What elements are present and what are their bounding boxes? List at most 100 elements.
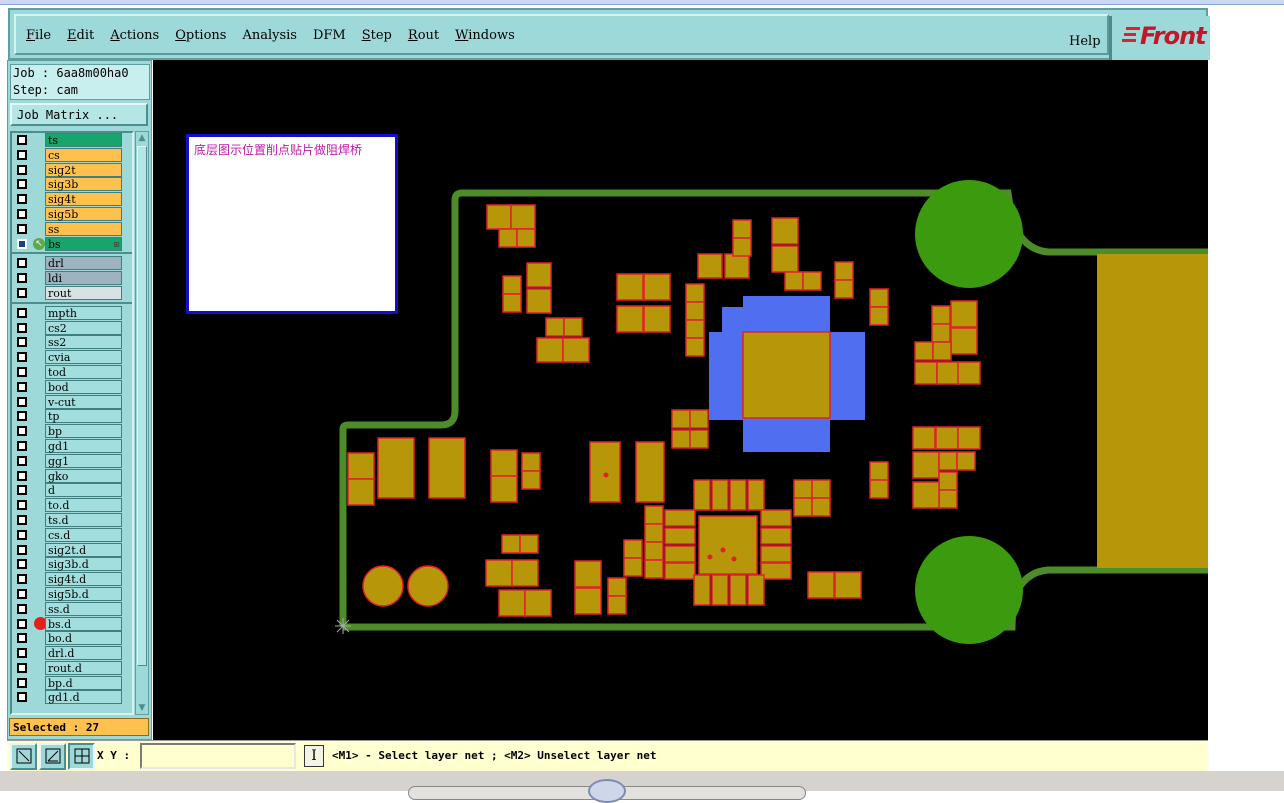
layer-checkbox[interactable] xyxy=(17,366,27,377)
smd-pad[interactable] xyxy=(671,429,691,449)
smd-pad[interactable] xyxy=(793,479,813,499)
layer-name[interactable]: sig3b xyxy=(45,177,122,192)
layer-checkbox[interactable] xyxy=(17,559,27,570)
smd-pad[interactable] xyxy=(664,527,696,545)
smd-pad[interactable] xyxy=(685,301,705,321)
layer-name[interactable]: cvia xyxy=(45,350,122,365)
layer-row-sig2t-d[interactable]: sig2t.d xyxy=(12,542,132,558)
smd-pad[interactable] xyxy=(574,560,602,588)
smd-pad[interactable] xyxy=(957,361,981,385)
smd-pad[interactable] xyxy=(616,273,644,301)
layer-name[interactable]: ss xyxy=(45,221,122,236)
layer-row-bp[interactable]: bp xyxy=(12,424,132,439)
menu-analysis[interactable]: Analysis xyxy=(242,28,297,43)
layer-name[interactable]: bp.d xyxy=(45,675,122,690)
smd-pad[interactable] xyxy=(545,317,565,337)
layer-checkbox[interactable] xyxy=(17,258,27,269)
smd-pad[interactable] xyxy=(697,253,723,279)
smd-pad[interactable] xyxy=(950,327,978,355)
layer-name[interactable]: ts.d xyxy=(45,512,122,527)
layer-name[interactable]: gg1 xyxy=(45,453,122,468)
smd-pad[interactable] xyxy=(607,577,627,597)
layer-row-sig4t-d[interactable]: sig4t.d xyxy=(12,572,132,587)
smd-pad[interactable] xyxy=(485,559,513,587)
layer-name[interactable]: d xyxy=(45,483,122,498)
smd-pad[interactable] xyxy=(957,426,981,450)
layer-checkbox[interactable] xyxy=(17,485,27,496)
smd-pad[interactable] xyxy=(711,574,729,606)
layer-row-bs-d[interactable]: bs.d xyxy=(12,616,132,632)
layer-row-rout[interactable]: rout xyxy=(12,285,132,301)
xy-input[interactable] xyxy=(140,743,296,769)
smd-pad[interactable] xyxy=(498,228,518,248)
layer-name[interactable]: bp xyxy=(45,424,122,439)
smd-pad[interactable] xyxy=(869,461,889,481)
smd-pad[interactable] xyxy=(698,515,758,575)
layer-row-cs-d[interactable]: cs.d xyxy=(12,527,132,543)
smd-pad[interactable] xyxy=(914,361,938,385)
layer-row-ts[interactable]: ts xyxy=(12,133,132,148)
layer-checkbox[interactable] xyxy=(17,223,27,234)
smd-pad[interactable] xyxy=(869,288,889,308)
smd-pad[interactable] xyxy=(644,505,664,525)
layer-name[interactable]: drl xyxy=(45,256,122,271)
job-matrix-button[interactable]: Job Matrix ... xyxy=(10,103,148,126)
smd-pad[interactable] xyxy=(685,337,705,357)
layer-name[interactable]: drl.d xyxy=(45,646,122,661)
layer-row-ldi[interactable]: ldi xyxy=(12,271,132,286)
smd-pad[interactable] xyxy=(664,509,696,527)
layer-name[interactable]: sig2t.d xyxy=(45,542,122,557)
smd-pad[interactable] xyxy=(747,574,765,606)
layer-checkbox[interactable] xyxy=(17,470,27,481)
scroll-up-icon[interactable]: ▲ xyxy=(137,133,147,143)
smd-pad[interactable] xyxy=(760,509,792,527)
layer-scrollbar[interactable]: ▲ ▼ xyxy=(135,131,149,715)
layer-row-rout-d[interactable]: rout.d xyxy=(12,660,132,676)
smd-pad[interactable] xyxy=(914,341,934,361)
layer-checkbox[interactable] xyxy=(17,692,27,703)
smd-pad[interactable] xyxy=(760,527,792,545)
smd-pad[interactable] xyxy=(834,261,854,281)
smd-pad[interactable] xyxy=(643,305,671,333)
info-button[interactable]: I xyxy=(304,745,324,767)
grid-button[interactable] xyxy=(68,743,95,770)
smd-pad[interactable] xyxy=(950,300,978,328)
smd-pad[interactable] xyxy=(869,306,889,326)
layer-row-cs2[interactable]: cs2 xyxy=(12,320,132,336)
menu-file[interactable]: File xyxy=(26,28,51,43)
layer-row-bo-d[interactable]: bo.d xyxy=(12,631,132,646)
layer-checkbox[interactable] xyxy=(17,149,27,160)
layer-name[interactable]: tod xyxy=(45,364,122,379)
layer-row-bp-d[interactable]: bp.d xyxy=(12,675,132,691)
layer-row-sig3b-d[interactable]: sig3b.d xyxy=(12,557,132,572)
layer-name[interactable]: ss2 xyxy=(45,335,122,350)
layer-name[interactable]: bod xyxy=(45,379,122,394)
layer-checkbox[interactable] xyxy=(17,208,27,219)
layer-row-cvia[interactable]: cvia xyxy=(12,350,132,365)
layer-row-bod[interactable]: bod xyxy=(12,379,132,395)
smd-pad[interactable] xyxy=(502,275,522,295)
measure-button[interactable] xyxy=(39,743,66,770)
layer-row-ss2[interactable]: ss2 xyxy=(12,335,132,350)
layer-name[interactable]: bo.d xyxy=(45,631,122,646)
layer-name[interactable]: sig5b xyxy=(45,206,122,221)
smd-pad[interactable] xyxy=(938,489,958,509)
layer-checkbox[interactable] xyxy=(17,337,27,348)
layer-row-sig4t[interactable]: sig4t xyxy=(12,192,132,207)
layer-name[interactable]: cs2 xyxy=(45,320,122,335)
menu-windows[interactable]: Windows xyxy=(455,28,515,43)
layer-checkbox[interactable] xyxy=(17,574,27,585)
layer-checkbox[interactable] xyxy=(17,307,27,318)
layer-row-gd1-d[interactable]: gd1.d xyxy=(12,690,132,705)
smd-pad[interactable] xyxy=(711,479,729,511)
smd-pad[interactable] xyxy=(793,497,813,517)
taskbar-orb-icon[interactable] xyxy=(588,779,626,803)
menu-help[interactable]: Help xyxy=(1069,34,1101,49)
smd-pad[interactable] xyxy=(912,451,940,479)
smd-pad[interactable] xyxy=(664,545,696,563)
layer-name[interactable]: cs xyxy=(45,147,122,162)
smd-pad[interactable] xyxy=(643,273,671,301)
layer-row-ss-d[interactable]: ss.d xyxy=(12,601,132,617)
menu-options[interactable]: Options xyxy=(175,28,226,43)
layer-checkbox[interactable] xyxy=(17,287,27,298)
